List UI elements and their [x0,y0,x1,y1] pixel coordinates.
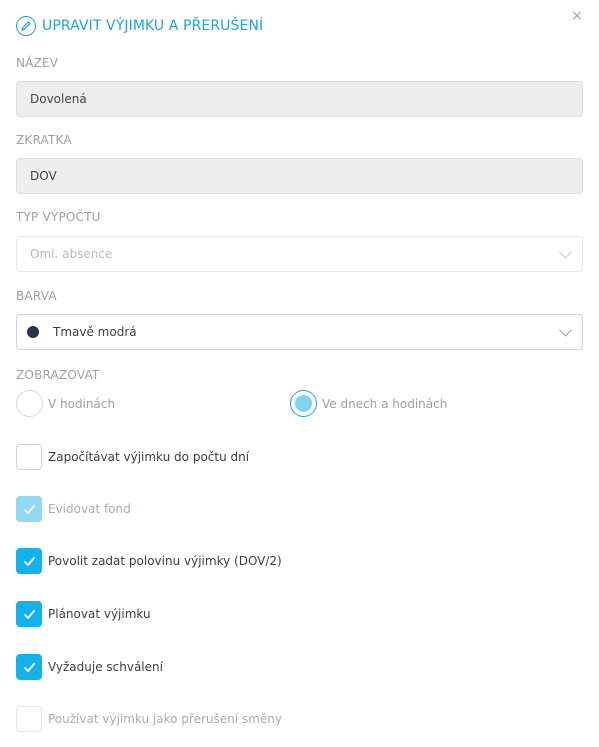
display-label: ZOBRAZOVAT [16,368,100,382]
radio-circle [16,390,43,417]
checkbox-box [16,706,42,732]
checkbox-plan-exception[interactable]: Plánovat výjimku [16,601,151,627]
checkbox-box [16,654,42,680]
radio-days-and-hours-label: Ve dnech a hodinách [322,396,448,411]
dialog-title: UPRAVIT VÝJIMKU A PŘERUŠENÍ [42,18,264,34]
dialog-header: UPRAVIT VÝJIMKU A PŘERUŠENÍ [16,14,263,38]
radio-hours-label: V hodinách [48,396,116,411]
abbreviation-label: ZKRATKA [16,133,72,147]
checkbox-label: Vyžaduje schválení [48,660,163,674]
checkmark-icon [23,662,35,672]
checkbox-box [16,548,42,574]
checkbox-allow-half[interactable]: Povolit zadat polovinu výjimky (DOV/2) [16,548,282,574]
display-radio-group: V hodinách Ve dnech a hodinách [16,390,583,420]
checkbox-box [16,496,42,522]
checkbox-label: Plánovat výjimku [48,607,151,621]
calc-type-value: Oml. absence [30,247,113,261]
color-swatch [27,326,39,338]
color-value: Tmavě modrá [53,325,137,339]
pencil-icon [16,16,36,36]
checkmark-icon [23,556,35,566]
checkbox-box [16,601,42,627]
checkbox-label: Započítávat výjimku do počtu dní [48,450,250,464]
checkbox-label: Používat výjimku jako přerušení směny [48,712,282,726]
edit-exception-dialog: UPRAVIT VÝJIMKU A PŘERUŠENÍ × NÁZEV Dovo… [0,0,599,747]
checkbox-track-fund: Evidovat fond [16,496,131,522]
checkbox-shift-interruption: Používat výjimku jako přerušení směny [16,706,282,732]
checkbox-requires-approval[interactable]: Vyžaduje schválení [16,654,163,680]
calc-type-select: Oml. absence [16,236,583,272]
close-icon[interactable]: × [569,8,585,24]
radio-dot [295,395,312,412]
checkbox-count-days[interactable]: Započítávat výjimku do počtu dní [16,444,249,470]
color-select[interactable]: Tmavě modrá [16,314,583,350]
checkbox-label: Povolit zadat polovinu výjimky (DOV/2) [48,554,282,568]
calc-type-label: TYP VÝPOČTU [16,210,101,224]
radio-circle [290,390,317,417]
abbreviation-field[interactable]: DOV [16,158,583,194]
chevron-down-icon [559,323,572,337]
color-label: BARVA [16,289,57,303]
chevron-down-icon [559,245,572,259]
name-field[interactable]: Dovolená [16,81,583,117]
radio-hours[interactable]: V hodinách [16,390,115,417]
checkmark-icon [23,504,35,514]
checkmark-icon [23,609,35,619]
checkbox-box [16,444,42,470]
name-label: NÁZEV [16,56,59,70]
name-value: Dovolená [30,92,87,106]
abbreviation-value: DOV [30,169,57,183]
checkbox-label: Evidovat fond [48,502,131,516]
radio-days-and-hours[interactable]: Ve dnech a hodinách [290,390,447,417]
